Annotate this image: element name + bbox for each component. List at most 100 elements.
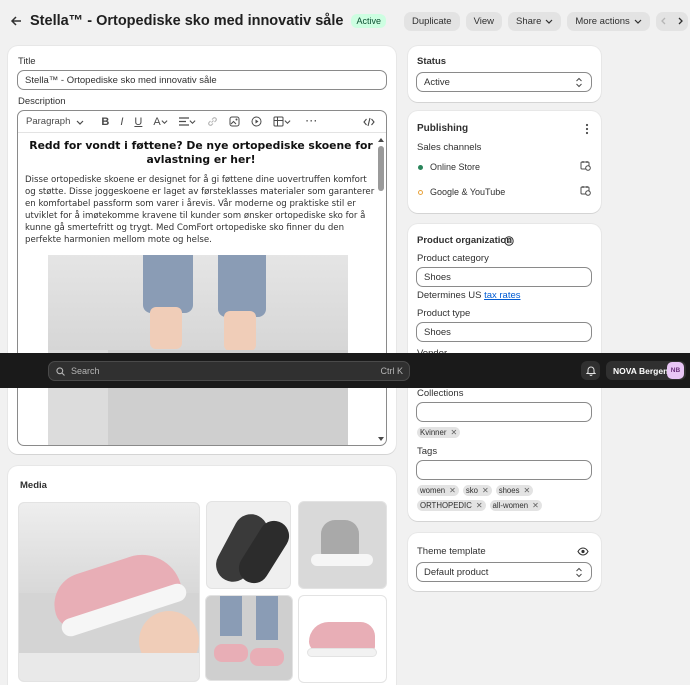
publishing-title: Publishing: [417, 123, 469, 134]
remove-chip-icon[interactable]: ✕: [476, 501, 483, 510]
channel-status-dot: [418, 164, 423, 170]
remove-chip-icon[interactable]: ✕: [524, 486, 531, 495]
code-view-icon[interactable]: [363, 117, 375, 127]
content-heading: Redd for vondt i føttene? De nye ortoped…: [29, 139, 373, 166]
publishing-card: Publishing Sales channels Online Store G…: [408, 111, 601, 213]
tag-chip: shoes ✕: [495, 485, 534, 496]
previous-product-icon[interactable]: [656, 12, 672, 31]
theme-template-card: Theme template Default product: [408, 533, 601, 591]
tag-chip: ORTHOPEDIC ✕: [417, 500, 486, 511]
tags-input[interactable]: [416, 460, 592, 480]
more-formatting-icon[interactable]: ···: [306, 116, 319, 127]
content-paragraph: Disse ortopediske skoene er designet for…: [25, 175, 375, 245]
collections-label: Collections: [417, 388, 464, 399]
category-label: Product category: [417, 253, 489, 264]
tax-rates-link[interactable]: tax rates: [484, 290, 520, 301]
description-editor: Paragraph B I U A ··· Redd for vondt i f…: [17, 110, 387, 446]
select-chevron-icon: [576, 567, 582, 578]
description-label: Description: [18, 96, 66, 107]
search-shortcut: Ctrl K: [380, 366, 404, 376]
schedule-icon[interactable]: [580, 160, 591, 174]
italic-icon[interactable]: I: [120, 116, 123, 128]
product-details-card: Title Stella™ - Ortopediske sko med inno…: [8, 46, 396, 454]
notifications-bell-icon[interactable]: [581, 361, 600, 380]
media-image-pink-shoe[interactable]: [298, 595, 387, 683]
bold-icon[interactable]: B: [101, 116, 109, 128]
view-button[interactable]: View: [465, 11, 503, 31]
chevron-down-icon: [161, 120, 168, 124]
video-icon[interactable]: [251, 116, 262, 127]
page-header: Stella™ - Ortopediske sko med innovativ …: [0, 0, 690, 42]
tag-chip: sko ✕: [462, 485, 492, 496]
channel-google-youtube: Google & YouTube: [418, 187, 505, 197]
editor-toolbar: Paragraph B I U A ···: [18, 111, 386, 133]
avatar: NB: [667, 362, 684, 379]
store-menu[interactable]: NOVA Bergen NB: [606, 361, 686, 380]
page-title: Stella™ - Ortopediske sko med innovativ …: [30, 13, 344, 29]
product-type-label: Product type: [417, 308, 471, 319]
link-icon[interactable]: [207, 116, 218, 127]
media-image-main[interactable]: [18, 502, 200, 682]
tag-chip: women ✕: [417, 485, 459, 496]
select-chevron-icon: [576, 77, 582, 88]
scrollbar-thumb[interactable]: [378, 146, 384, 191]
channel-status-dot: [418, 189, 423, 195]
collection-chips: Kvinner ✕: [417, 427, 464, 438]
chevron-down-icon: [284, 120, 291, 124]
more-actions-button[interactable]: More actions: [567, 11, 650, 31]
align-icon[interactable]: [178, 117, 196, 126]
media-label: Media: [20, 480, 47, 491]
search-icon: [56, 366, 65, 376]
duplicate-button[interactable]: Duplicate: [403, 11, 460, 31]
paragraph-select[interactable]: Paragraph: [26, 116, 84, 127]
chevron-down-icon: [545, 19, 553, 24]
category-input[interactable]: Shoes: [416, 267, 592, 287]
media-card: Media: [8, 466, 396, 685]
product-pager: [655, 11, 688, 31]
channel-online-store: Online Store: [418, 162, 480, 172]
eye-icon[interactable]: [577, 545, 589, 559]
tag-chip: all-women ✕: [489, 500, 542, 511]
organization-title: Product organization: [417, 235, 512, 246]
admin-top-bar: Search Ctrl K NOVA Bergen NB: [0, 353, 690, 388]
theme-template-label: Theme template: [417, 546, 486, 557]
underline-icon[interactable]: U: [134, 116, 142, 128]
media-image-black-shoe[interactable]: [206, 501, 291, 589]
collection-chip: Kvinner ✕: [417, 427, 461, 438]
title-input[interactable]: Stella™ - Ortopediske sko med innovativ …: [17, 70, 387, 90]
media-image-grey-shoe[interactable]: [298, 501, 387, 589]
info-icon[interactable]: [504, 235, 514, 249]
status-card: Status Active: [408, 46, 601, 102]
tag-chips-row-1: women ✕ sko ✕ shoes ✕: [417, 485, 537, 496]
theme-template-select[interactable]: Default product: [416, 562, 592, 582]
text-color-icon[interactable]: A: [153, 116, 168, 128]
tag-chips-row-2: ORTHOPEDIC ✕ all-women ✕: [417, 500, 546, 511]
tax-hint: Determines US tax rates: [417, 290, 521, 301]
publishing-menu-icon[interactable]: [585, 123, 589, 138]
remove-chip-icon[interactable]: ✕: [450, 428, 457, 437]
remove-chip-icon[interactable]: ✕: [482, 486, 489, 495]
schedule-icon[interactable]: [580, 185, 591, 199]
status-badge: Active: [351, 14, 386, 28]
share-button[interactable]: Share: [508, 11, 562, 31]
remove-chip-icon[interactable]: ✕: [532, 501, 539, 510]
media-image-pink-walking[interactable]: [205, 595, 293, 681]
chevron-down-icon: [76, 120, 84, 125]
next-product-icon[interactable]: [672, 12, 688, 31]
search-input[interactable]: Search Ctrl K: [48, 361, 410, 381]
image-icon[interactable]: [229, 116, 240, 127]
product-type-input[interactable]: Shoes: [416, 322, 592, 342]
sales-channels-label: Sales channels: [417, 142, 482, 153]
status-select[interactable]: Active: [416, 72, 592, 92]
status-label: Status: [417, 56, 447, 67]
back-arrow-icon[interactable]: [10, 13, 22, 29]
table-icon[interactable]: [273, 116, 291, 127]
tags-label: Tags: [417, 446, 438, 457]
editor-content[interactable]: Redd for vondt i føttene? De nye ortoped…: [25, 139, 377, 445]
remove-chip-icon[interactable]: ✕: [449, 486, 456, 495]
chevron-down-icon: [634, 19, 642, 24]
collections-input[interactable]: [416, 402, 592, 422]
chevron-down-icon: [189, 120, 196, 124]
description-image: [48, 255, 348, 445]
editor-scrollbar[interactable]: [378, 137, 384, 442]
